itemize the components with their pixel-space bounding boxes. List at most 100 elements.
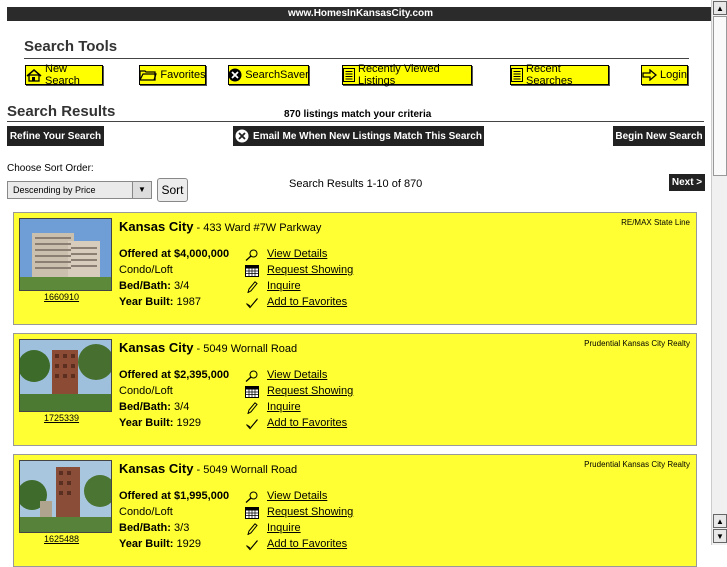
new-search-label: New Search [45, 63, 80, 87]
next-page-button[interactable]: Next > [669, 174, 705, 191]
scroll-down-icon[interactable]: ▼ [713, 529, 727, 543]
view-details-link[interactable]: View Details [267, 248, 327, 260]
pencil-icon [247, 523, 258, 535]
bedbath-label: Bed/Bath: [119, 401, 171, 413]
listing-card: 1660910 Kansas City - 433 Ward #7W Parkw… [13, 212, 697, 325]
calendar-icon [245, 507, 259, 519]
favorites-button[interactable]: Favorites [139, 65, 206, 85]
property-photo[interactable] [19, 218, 112, 291]
listing-price: Offered at $1,995,000 [119, 490, 230, 502]
listing-city: Kansas City - 5049 Wornall Road [119, 340, 297, 355]
listing-type: Condo/Loft [119, 506, 173, 518]
vertical-scrollbar[interactable]: ▲ ▲ ▼ [711, 0, 727, 545]
house-icon [26, 68, 42, 82]
listing-address: - 5049 Wornall Road [193, 343, 298, 355]
bedbath-label: Bed/Bath: [119, 280, 171, 292]
property-photo[interactable] [19, 339, 112, 412]
listing-card: 1625488 Kansas City - 5049 Wornall Road … [13, 454, 697, 567]
bedbath-value: 3/4 [174, 280, 190, 292]
year-label: Year Built: [119, 417, 174, 429]
listing-agency: RE/MAX State Line [621, 218, 690, 227]
recent-searches-button[interactable]: Recent Searches [510, 63, 609, 87]
calendar-icon [245, 386, 259, 398]
listing-price: Offered at $4,000,000 [119, 248, 230, 260]
magnifier-icon [245, 491, 258, 503]
bedbath-label: Bed/Bath: [119, 522, 171, 534]
listing-type: Condo/Loft [119, 385, 173, 397]
login-button[interactable]: Login [641, 65, 688, 85]
bedbath-value: 3/3 [174, 522, 190, 534]
listing-year: Year Built: 1987 [119, 296, 201, 308]
add-to-favorites-link[interactable]: Add to Favorites [267, 417, 347, 429]
search-results-title: Search Results [7, 103, 116, 120]
email-alert-label: Email Me When New Listings Match This Se… [253, 130, 482, 142]
searchsaver-label: SearchSaver [245, 69, 309, 81]
mls-number-link[interactable]: 1625488 [44, 534, 79, 544]
year-label: Year Built: [119, 538, 174, 550]
listing-address: - 433 Ward #7W Parkway [193, 222, 322, 234]
folder-icon [139, 70, 158, 81]
view-details-link[interactable]: View Details [267, 490, 327, 502]
mls-number-link[interactable]: 1725339 [44, 413, 79, 423]
email-alert-button[interactable]: Email Me When New Listings Match This Se… [233, 126, 484, 146]
listing-year: Year Built: 1929 [119, 538, 201, 550]
request-showing-link[interactable]: Request Showing [267, 385, 353, 397]
request-showing-link[interactable]: Request Showing [267, 506, 353, 518]
list-icon [343, 68, 355, 82]
recently-viewed-label: Recently Viewed Listings [358, 63, 440, 87]
login-label: Login [660, 69, 687, 81]
year-value: 1987 [176, 296, 201, 308]
listing-city: Kansas City - 433 Ward #7W Parkway [119, 219, 321, 234]
listing-price: Offered at $2,395,000 [119, 369, 230, 381]
list-icon [511, 68, 523, 82]
property-photo[interactable] [19, 460, 112, 533]
checkmark-icon [246, 298, 258, 309]
scroll-up-icon[interactable]: ▲ [713, 514, 727, 528]
add-to-favorites-link[interactable]: Add to Favorites [267, 296, 347, 308]
begin-new-search-button[interactable]: Begin New Search [613, 126, 705, 146]
mls-number-link[interactable]: 1660910 [44, 292, 79, 302]
search-tools-title: Search Tools [24, 38, 118, 55]
listing-city: Kansas City - 5049 Wornall Road [119, 461, 297, 476]
request-showing-link[interactable]: Request Showing [267, 264, 353, 276]
listing-address: - 5049 Wornall Road [193, 464, 298, 476]
sort-button[interactable]: Sort [157, 178, 188, 202]
listing-type: Condo/Loft [119, 264, 173, 276]
year-value: 1929 [176, 538, 201, 550]
sort-order-select[interactable]: Descending by Price ▼ [7, 181, 152, 199]
searchsaver-icon [228, 68, 242, 82]
inquire-link[interactable]: Inquire [267, 401, 301, 413]
refine-search-button[interactable]: Refine Your Search [7, 126, 104, 146]
pencil-icon [247, 402, 258, 414]
checkmark-icon [246, 419, 258, 430]
site-url-bar: www.HomesInKansasCity.com [7, 7, 714, 21]
recent-searches-label: Recent Searches [526, 63, 573, 87]
sort-order-label: Choose Sort Order: [7, 163, 94, 174]
match-count: 870 listings match your criteria [284, 109, 432, 120]
checkmark-icon [246, 540, 258, 551]
year-label: Year Built: [119, 296, 174, 308]
listing-agency: Prudential Kansas City Realty [584, 339, 690, 348]
year-value: 1929 [176, 417, 201, 429]
listing-bedbath: Bed/Bath: 3/4 [119, 401, 189, 413]
magnifier-icon [245, 249, 258, 261]
divider [24, 58, 689, 59]
recently-viewed-button[interactable]: Recently Viewed Listings [342, 63, 472, 87]
scrollbar-thumb[interactable] [713, 16, 727, 176]
new-search-button[interactable]: New Search [25, 63, 103, 87]
listing-agency: Prudential Kansas City Realty [584, 460, 690, 469]
pencil-icon [247, 281, 258, 293]
city-name: Kansas City [119, 461, 194, 476]
scroll-up-icon[interactable]: ▲ [713, 1, 727, 15]
view-details-link[interactable]: View Details [267, 369, 327, 381]
inquire-link[interactable]: Inquire [267, 522, 301, 534]
magnifier-icon [245, 370, 258, 382]
bedbath-value: 3/4 [174, 401, 190, 413]
inquire-link[interactable]: Inquire [267, 280, 301, 292]
searchsaver-button[interactable]: SearchSaver [228, 65, 309, 85]
results-range: Search Results 1-10 of 870 [289, 178, 423, 190]
calendar-icon [245, 265, 259, 277]
add-to-favorites-link[interactable]: Add to Favorites [267, 538, 347, 550]
listing-year: Year Built: 1929 [119, 417, 201, 429]
listing-bedbath: Bed/Bath: 3/3 [119, 522, 189, 534]
